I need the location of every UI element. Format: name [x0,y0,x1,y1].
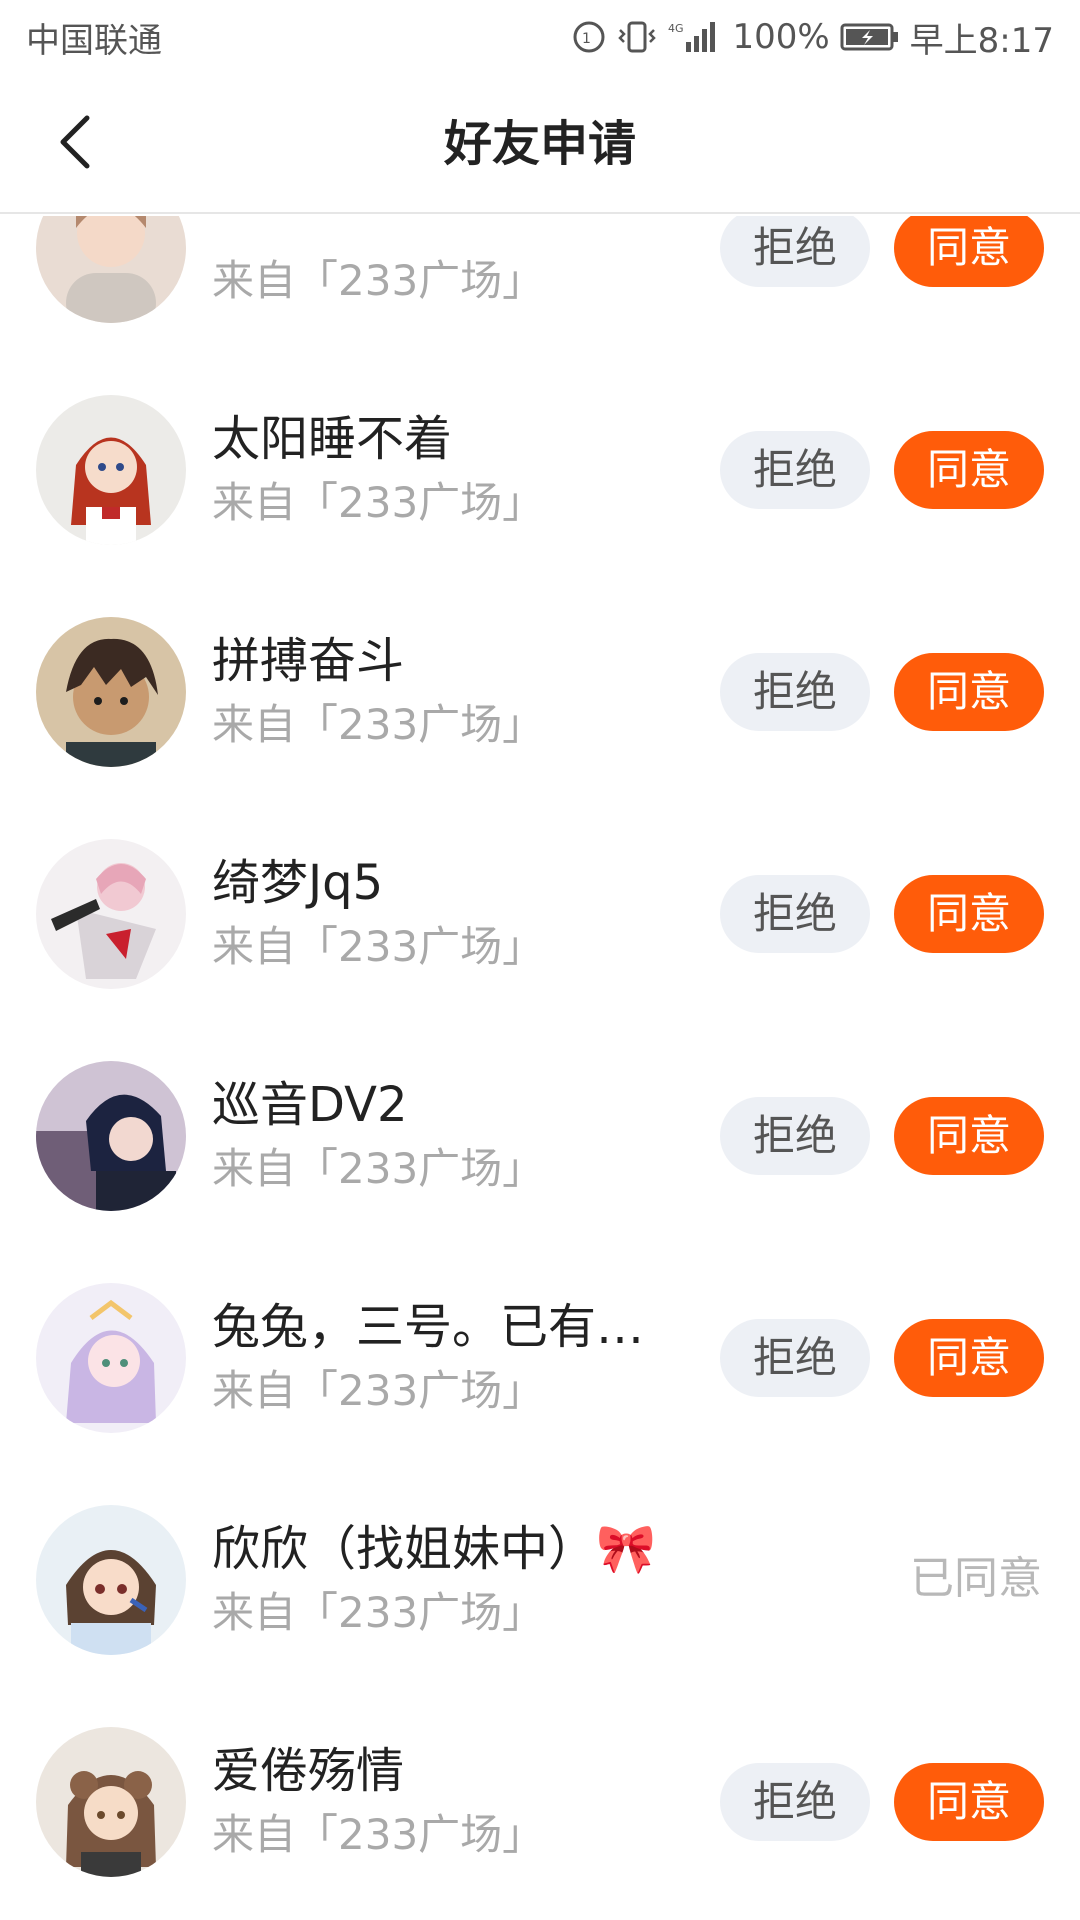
battery-charging-icon [840,22,900,52]
svg-text:4G: 4G [668,22,684,35]
status-bar: 中国联通 1 4G 100% 早上8:17 [0,0,1080,74]
vibrate-icon [616,20,658,54]
friend-request-row: 太阳睡不着 来自「233广场」 拒绝 同意 [0,359,1080,581]
page-title: 好友申请 [443,116,636,172]
requester-name: 巡音DV2 [212,1077,408,1133]
clock: 早上8:17 [909,20,1054,61]
reject-button[interactable]: 拒绝 [720,431,870,509]
reject-button[interactable]: 拒绝 [720,653,870,731]
friend-request-row: 绮梦Jq5 来自「233广场」 拒绝 同意 [0,803,1080,1025]
status-icons: 1 4G 100% 早上8:17 [572,13,1054,62]
hd-call-icon: 1 [572,20,606,54]
requester-name: 绮梦Jq5 [212,855,384,911]
friend-request-row: 拼搏奋斗 来自「233广场」 拒绝 同意 [0,581,1080,803]
request-source: 来自「233广场」 [212,1366,545,1415]
request-source: 来自「233广场」 [212,1588,545,1637]
avatar[interactable] [36,1505,186,1655]
reject-button[interactable]: 拒绝 [720,1097,870,1175]
signal-4g-icon: 4G [668,20,722,54]
avatar[interactable] [36,1283,186,1433]
accept-button[interactable]: 同意 [894,1763,1044,1841]
friend-request-row: 兔兔，三号。已有… 来自「233广场」 拒绝 同意 [0,1247,1080,1469]
requester-name: 太阳睡不着 [212,411,453,467]
accept-button[interactable]: 同意 [894,431,1044,509]
accept-button[interactable]: 同意 [894,1097,1044,1175]
accept-button[interactable]: 同意 [894,216,1044,287]
avatar[interactable] [36,1727,186,1877]
request-source: 来自「233广场」 [212,256,545,305]
carrier-label: 中国联通 [26,20,162,61]
requester-name: 爱倦殇情 [212,1743,405,1799]
friend-request-row: 爱倦殇情 来自「233广场」 拒绝 同意 [0,1691,1080,1913]
accept-button[interactable]: 同意 [894,653,1044,731]
app-header: 好友申请 [0,74,1080,214]
requester-name: 欣欣（找姐妹中）🎀 [212,1521,656,1577]
reject-button[interactable]: 拒绝 [720,1319,870,1397]
accepted-status-label: 已同意 [910,1553,1042,1604]
friend-request-row: 来自「233广场」 拒绝 同意 [0,216,1080,359]
friend-request-row: 巡音DV2 来自「233广场」 拒绝 同意 [0,1025,1080,1247]
reject-button[interactable]: 拒绝 [720,1763,870,1841]
requester-name: 兔兔，三号。已有… [212,1299,645,1355]
avatar[interactable] [36,216,186,323]
avatar[interactable] [36,1061,186,1211]
request-source: 来自「233广场」 [212,700,545,749]
battery-percent: 100% [732,17,830,57]
accept-button[interactable]: 同意 [894,1319,1044,1397]
accept-button[interactable]: 同意 [894,875,1044,953]
requester-name: 拼搏奋斗 [212,633,405,689]
friend-request-list[interactable]: 来自「233广场」 拒绝 同意 太阳睡不着 来自「233广场」 拒绝 同意 拼搏… [0,216,1080,1920]
request-source: 来自「233广场」 [212,478,545,527]
request-source: 来自「233广场」 [212,1810,545,1859]
svg-text:1: 1 [582,31,591,47]
request-source: 来自「233广场」 [212,1144,545,1193]
reject-button[interactable]: 拒绝 [720,216,870,287]
reject-button[interactable]: 拒绝 [720,875,870,953]
avatar[interactable] [36,617,186,767]
friend-request-row: 欣欣（找姐妹中）🎀 来自「233广场」 已同意 [0,1469,1080,1691]
avatar[interactable] [36,839,186,989]
request-source: 来自「233广场」 [212,922,545,971]
avatar[interactable] [36,395,186,545]
